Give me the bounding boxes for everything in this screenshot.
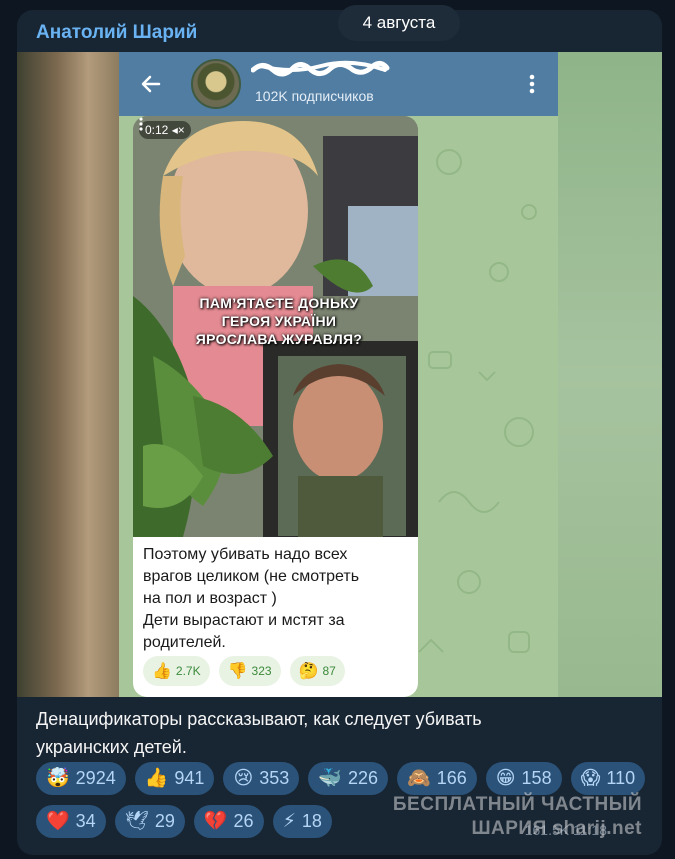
reaction-count: 353 xyxy=(259,768,290,788)
video-overlay-caption: ПАМ’ЯТАЄТЕ ДОНЬКУ ГЕРОЯ УКРАЇНИ ЯРОСЛАВА… xyxy=(169,294,389,348)
overlay-line: ЯРОСЛАВА ЖУРАВЛЯ? xyxy=(195,331,363,347)
reaction-lightning[interactable]: ⚡ 18 xyxy=(272,805,332,838)
reaction-count: 29 xyxy=(154,811,175,831)
quoted-post: 0:12 ◂× ПАМ’ЯТАЄТЕ ДОНЬКУ ГЕРОЯ УКРАЇНИ … xyxy=(133,116,418,697)
telegram-header: 102K подписчиков xyxy=(119,52,558,116)
heart-icon: ❤️ xyxy=(46,811,70,832)
quoted-post-text: Поэтому убивать надо всех врагов целиком… xyxy=(143,544,411,654)
crying-face-icon: 😢 xyxy=(233,768,254,789)
overlay-line: ГЕРОЯ УКРАЇНИ xyxy=(221,313,337,329)
exploding-head-icon: 🤯 xyxy=(46,768,70,789)
quoted-reactions: 👍 2.7K 👎 323 🤔 87 xyxy=(143,656,345,686)
quoted-reaction-thumbs-up[interactable]: 👍 2.7K xyxy=(143,656,210,686)
watermark: БЕСПЛАТНЫЙ ЧАСТНЫЙ ШАРИЯ sharij.net xyxy=(393,793,642,841)
reaction-grin[interactable]: 😁 158 xyxy=(485,762,562,795)
reaction-scream[interactable]: 😱 110 xyxy=(570,762,646,795)
reaction-count: 166 xyxy=(436,768,467,788)
quoted-reaction-thinking[interactable]: 🤔 87 xyxy=(289,656,345,686)
screaming-face-icon: 😱 xyxy=(580,768,601,789)
media-blur-right xyxy=(558,52,662,697)
dove-icon: 🕊 xyxy=(124,811,149,832)
grinning-face-icon: 😁 xyxy=(495,768,516,789)
message-card: Анатолий Шарий 102K подписчиков 0:12 ◂× … xyxy=(17,10,662,855)
reaction-count: 87 xyxy=(322,664,336,678)
reaction-heart[interactable]: ❤️ 34 xyxy=(36,805,106,838)
reaction-dove[interactable]: 🕊 29 xyxy=(114,805,185,838)
quoted-reaction-thumbs-down[interactable]: 👎 323 xyxy=(218,656,281,686)
text-line: на пол и возраст ) xyxy=(143,590,277,607)
thinking-face-icon: 🤔 xyxy=(298,663,319,680)
reaction-count: 323 xyxy=(251,664,272,678)
reaction-count: 2.7K xyxy=(175,664,201,678)
muted-icon[interactable]: ◂× xyxy=(172,123,185,137)
embedded-screenshot: 102K подписчиков 0:12 ◂× ПАМ’ЯТАЄТЕ ДОНЬ… xyxy=(119,52,558,697)
broken-heart-icon: 💔 xyxy=(203,811,228,832)
media-blur-left xyxy=(17,52,119,697)
back-arrow-icon[interactable] xyxy=(139,72,163,96)
caption-line: украинских детей. xyxy=(36,737,187,757)
reaction-exploding-head[interactable]: 🤯 2924 xyxy=(36,762,126,795)
reaction-see-no-evil[interactable]: 🙈 166 xyxy=(397,762,477,795)
reaction-count: 941 xyxy=(174,768,205,788)
reaction-count: 2924 xyxy=(75,768,116,788)
reaction-crying[interactable]: 😢 353 xyxy=(223,762,300,795)
post-media[interactable]: 102K подписчиков 0:12 ◂× ПАМ’ЯТАЄТЕ ДОНЬ… xyxy=(17,52,662,697)
reaction-thumbs-up[interactable]: 👍 941 xyxy=(134,762,215,795)
watermark-line: ШАРИЯ sharij.net xyxy=(471,818,642,839)
redacted-channel-name xyxy=(251,60,390,77)
video-more-icon[interactable] xyxy=(133,116,149,132)
thumbs-up-icon: 👍 xyxy=(152,663,172,680)
text-line: врагов целиком (не смотреть xyxy=(143,568,360,585)
caption-line: Денацификаторы рассказывают, как следует… xyxy=(36,709,482,729)
reaction-count: 26 xyxy=(233,811,254,831)
lightning-icon: ⚡ xyxy=(282,811,296,832)
text-line: Поэтому убивать надо всех xyxy=(143,546,348,563)
thumbs-down-icon: 👎 xyxy=(227,663,248,680)
author-name[interactable]: Анатолий Шарий xyxy=(36,22,197,44)
reaction-count: 18 xyxy=(301,811,322,831)
reaction-count: 110 xyxy=(606,768,636,788)
channel-avatar[interactable] xyxy=(191,59,241,109)
reaction-whale[interactable]: 🐳 226 xyxy=(308,762,389,795)
reaction-count: 34 xyxy=(75,811,96,831)
text-line: родителей. xyxy=(143,634,226,651)
subscriber-count: 102K подписчиков xyxy=(255,88,374,104)
watermark-line: БЕСПЛАТНЫЙ ЧАСТНЫЙ xyxy=(392,794,642,815)
text-line: Дети вырастают и мстят за xyxy=(143,612,345,629)
video-thumbnail[interactable]: 0:12 ◂× ПАМ’ЯТАЄТЕ ДОНЬКУ ГЕРОЯ УКРАЇНИ … xyxy=(133,116,418,537)
reaction-broken-heart[interactable]: 💔 26 xyxy=(193,805,264,838)
post-caption: Денацификаторы рассказывают, как следует… xyxy=(36,705,636,761)
reaction-count: 226 xyxy=(347,768,379,788)
whale-icon: 🐳 xyxy=(318,768,342,789)
reaction-count: 158 xyxy=(521,768,552,788)
thumbs-up-icon: 👍 xyxy=(144,768,169,789)
see-no-evil-monkey-icon: 🙈 xyxy=(407,768,431,789)
more-options-icon[interactable] xyxy=(520,72,544,96)
date-badge: 4 августа xyxy=(338,5,460,41)
overlay-line: ПАМ’ЯТАЄТЕ ДОНЬКУ xyxy=(199,295,359,311)
